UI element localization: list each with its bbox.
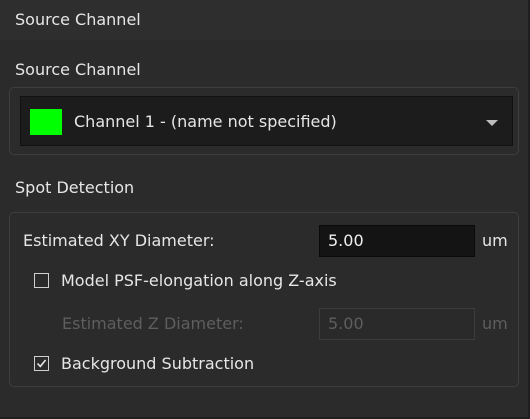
- psf-elongation-checkbox[interactable]: [34, 273, 49, 288]
- source-channel-label: Source Channel: [15, 60, 141, 79]
- psf-elongation-label: Model PSF-elongation along Z-axis: [61, 271, 337, 290]
- z-diameter-unit: um: [482, 314, 508, 333]
- spot-detection-label: Spot Detection: [15, 178, 135, 197]
- xy-diameter-label: Estimated XY Diameter:: [23, 231, 215, 250]
- channel-color-swatch: [30, 109, 62, 135]
- background-subtraction-checkbox[interactable]: [34, 356, 49, 371]
- channel-select-value: Channel 1 - (name not specified): [74, 112, 337, 131]
- panel-title: Source Channel: [15, 10, 141, 29]
- xy-diameter-input[interactable]: 5.00: [319, 225, 475, 257]
- z-diameter-input[interactable]: 5.00: [319, 308, 475, 340]
- chevron-down-icon: [486, 120, 498, 126]
- xy-diameter-unit: um: [482, 231, 508, 250]
- background-subtraction-label: Background Subtraction: [61, 354, 255, 373]
- source-channel-panel: Source Channel Source Channel Channel 1 …: [0, 0, 530, 419]
- channel-select[interactable]: Channel 1 - (name not specified): [20, 96, 513, 146]
- panel-title-bar: Source Channel: [0, 0, 528, 40]
- checkmark-icon: [36, 359, 47, 368]
- z-diameter-label: Estimated Z Diameter:: [62, 314, 244, 333]
